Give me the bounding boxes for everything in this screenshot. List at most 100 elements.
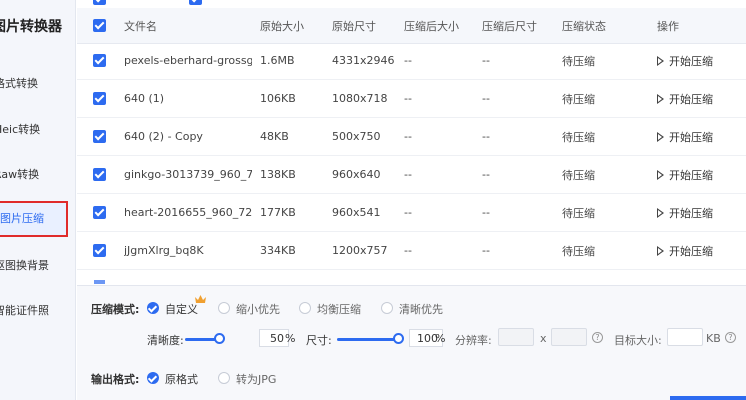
- row-original-size: 48KB: [260, 130, 289, 143]
- start-compress-button[interactable]: 开始压缩: [657, 53, 713, 69]
- format-jpg-radio[interactable]: [218, 372, 230, 384]
- row-checkbox[interactable]: [93, 130, 106, 143]
- output-format-label: 输出格式:: [91, 373, 140, 386]
- settings-panel: 压缩模式: 自定义 缩小优先 均衡压缩 清晰优先 清晰度: 50 % 尺寸: 1…: [77, 285, 746, 400]
- table-row: jJgmXlrg_bq8K 334KB 1200x757 -- -- 待压缩 开…: [77, 232, 746, 270]
- sidebar: 图片转换器 格式转换 Heic转换 Raw转换 图片压缩 抠图换背景 智能证件照: [0, 0, 76, 400]
- row-compressed-dimensions: --: [482, 92, 490, 105]
- size-slider-knob[interactable]: [393, 333, 404, 344]
- start-compress-button[interactable]: 开始压缩: [657, 91, 713, 107]
- header-status: 压缩状态: [562, 19, 606, 33]
- row-checkbox-cell: [93, 80, 113, 117]
- start-compress-button[interactable]: 开始压缩: [657, 167, 713, 183]
- row-filename: pexels-eberhard-grossgas...: [124, 54, 252, 67]
- row-filename: jJgmXlrg_bq8K: [124, 244, 204, 257]
- row-filename: 640 (1): [124, 92, 165, 105]
- sidebar-item-id-photo[interactable]: 智能证件照: [0, 293, 75, 329]
- header-compressed-size: 压缩后大小: [404, 19, 459, 33]
- vip-crown-icon: [195, 295, 206, 303]
- row-status: 待压缩: [562, 244, 595, 258]
- help-icon[interactable]: ?: [592, 332, 603, 343]
- row-checkbox[interactable]: [93, 206, 106, 219]
- size-slider-fill[interactable]: [337, 338, 399, 341]
- mode-shrink-priority-radio[interactable]: [218, 302, 230, 314]
- row-compressed-size: --: [404, 130, 412, 143]
- start-compress-button[interactable]: 开始压缩: [657, 205, 713, 221]
- resolution-height-input[interactable]: [551, 328, 587, 346]
- start-compress-label: 开始压缩: [669, 168, 713, 182]
- format-original-radio[interactable]: [147, 372, 159, 384]
- toolbar-checkbox[interactable]: [93, 0, 106, 5]
- sidebar-item-heic-convert[interactable]: Heic转换: [0, 112, 75, 148]
- row-original-dimensions: 4331x2946: [332, 54, 395, 67]
- clarity-label: 清晰度:: [147, 334, 184, 347]
- mode-custom-label[interactable]: 自定义: [165, 301, 198, 317]
- row-checkbox-cell: [93, 194, 113, 231]
- sidebar-item-image-compress[interactable]: 图片压缩: [0, 201, 68, 237]
- start-all-button-partial[interactable]: [670, 396, 746, 400]
- start-compress-label: 开始压缩: [669, 244, 713, 258]
- row-action-cell: 开始压缩: [657, 42, 745, 79]
- mode-balanced-radio[interactable]: [299, 302, 311, 314]
- mode-balanced-label[interactable]: 均衡压缩: [317, 301, 361, 317]
- row-action-cell: 开始压缩: [657, 232, 745, 269]
- row-status: 待压缩: [562, 130, 595, 144]
- play-icon: [657, 55, 664, 66]
- help-icon-2[interactable]: ?: [725, 332, 736, 343]
- row-checkbox[interactable]: [93, 244, 106, 257]
- start-compress-label: 开始压缩: [669, 206, 713, 220]
- size-unit: %: [435, 332, 446, 345]
- sidebar-item-raw-convert[interactable]: Raw转换: [0, 157, 75, 193]
- row-action-cell: 开始压缩: [657, 118, 745, 155]
- toolbar-checkbox-2[interactable]: [189, 0, 202, 5]
- table-row: heart-2016655_960_720 177KB 960x541 -- -…: [77, 194, 746, 232]
- row-original-dimensions: 960x541: [332, 206, 381, 219]
- row-status: 待压缩: [562, 206, 595, 220]
- clarity-unit: %: [285, 332, 296, 345]
- mode-clarity-priority-label[interactable]: 清晰优先: [399, 301, 443, 317]
- row-filename: ginkgo-3013739_960_720: [124, 168, 252, 181]
- mode-shrink-priority-label[interactable]: 缩小优先: [236, 301, 280, 317]
- format-jpg-label[interactable]: 转为JPG: [236, 371, 276, 387]
- row-status: 待压缩: [562, 54, 595, 68]
- header-compressed-dimensions: 压缩后尺寸: [482, 19, 537, 33]
- resolution-x: x: [540, 332, 547, 345]
- mode-custom-radio[interactable]: [147, 302, 159, 314]
- row-original-dimensions: 1080x718: [332, 92, 388, 105]
- select-all-cell: [93, 8, 113, 43]
- play-icon: [657, 93, 664, 104]
- row-checkbox-cell: [93, 156, 113, 193]
- start-compress-button[interactable]: 开始压缩: [657, 129, 713, 145]
- header-original-size: 原始大小: [260, 19, 304, 33]
- row-checkbox[interactable]: [93, 54, 106, 67]
- row-status: 待压缩: [562, 168, 595, 182]
- play-icon: [657, 245, 664, 256]
- format-original-label[interactable]: 原格式: [165, 371, 198, 387]
- header-action: 操作: [657, 19, 679, 33]
- select-all-checkbox[interactable]: [93, 19, 106, 32]
- row-checkbox[interactable]: [93, 92, 106, 105]
- resolution-width-input[interactable]: [498, 328, 534, 346]
- header-original-dimensions: 原始尺寸: [332, 19, 376, 33]
- row-original-dimensions: 960x640: [332, 168, 381, 181]
- start-compress-button[interactable]: 开始压缩: [657, 243, 713, 259]
- mode-clarity-priority-radio[interactable]: [381, 302, 393, 314]
- row-original-size: 177KB: [260, 206, 296, 219]
- row-original-size: 106KB: [260, 92, 296, 105]
- row-compressed-size: --: [404, 168, 412, 181]
- target-size-input[interactable]: [667, 328, 703, 346]
- start-compress-label: 开始压缩: [669, 92, 713, 106]
- row-action-cell: 开始压缩: [657, 156, 745, 193]
- row-status: 待压缩: [562, 92, 595, 106]
- sidebar-item-format-convert[interactable]: 格式转换: [0, 66, 75, 102]
- row-checkbox-cell: [93, 118, 113, 155]
- start-compress-label: 开始压缩: [669, 54, 713, 68]
- row-original-size: 334KB: [260, 244, 296, 257]
- app-title: 图片转换器: [0, 19, 62, 35]
- row-checkbox[interactable]: [93, 168, 106, 181]
- next-row-checkbox-partial: [94, 280, 105, 284]
- clarity-slider-knob[interactable]: [214, 333, 225, 344]
- row-checkbox-cell: [93, 42, 113, 79]
- sidebar-item-cutout-background[interactable]: 抠图换背景: [0, 248, 75, 284]
- play-icon: [657, 169, 664, 180]
